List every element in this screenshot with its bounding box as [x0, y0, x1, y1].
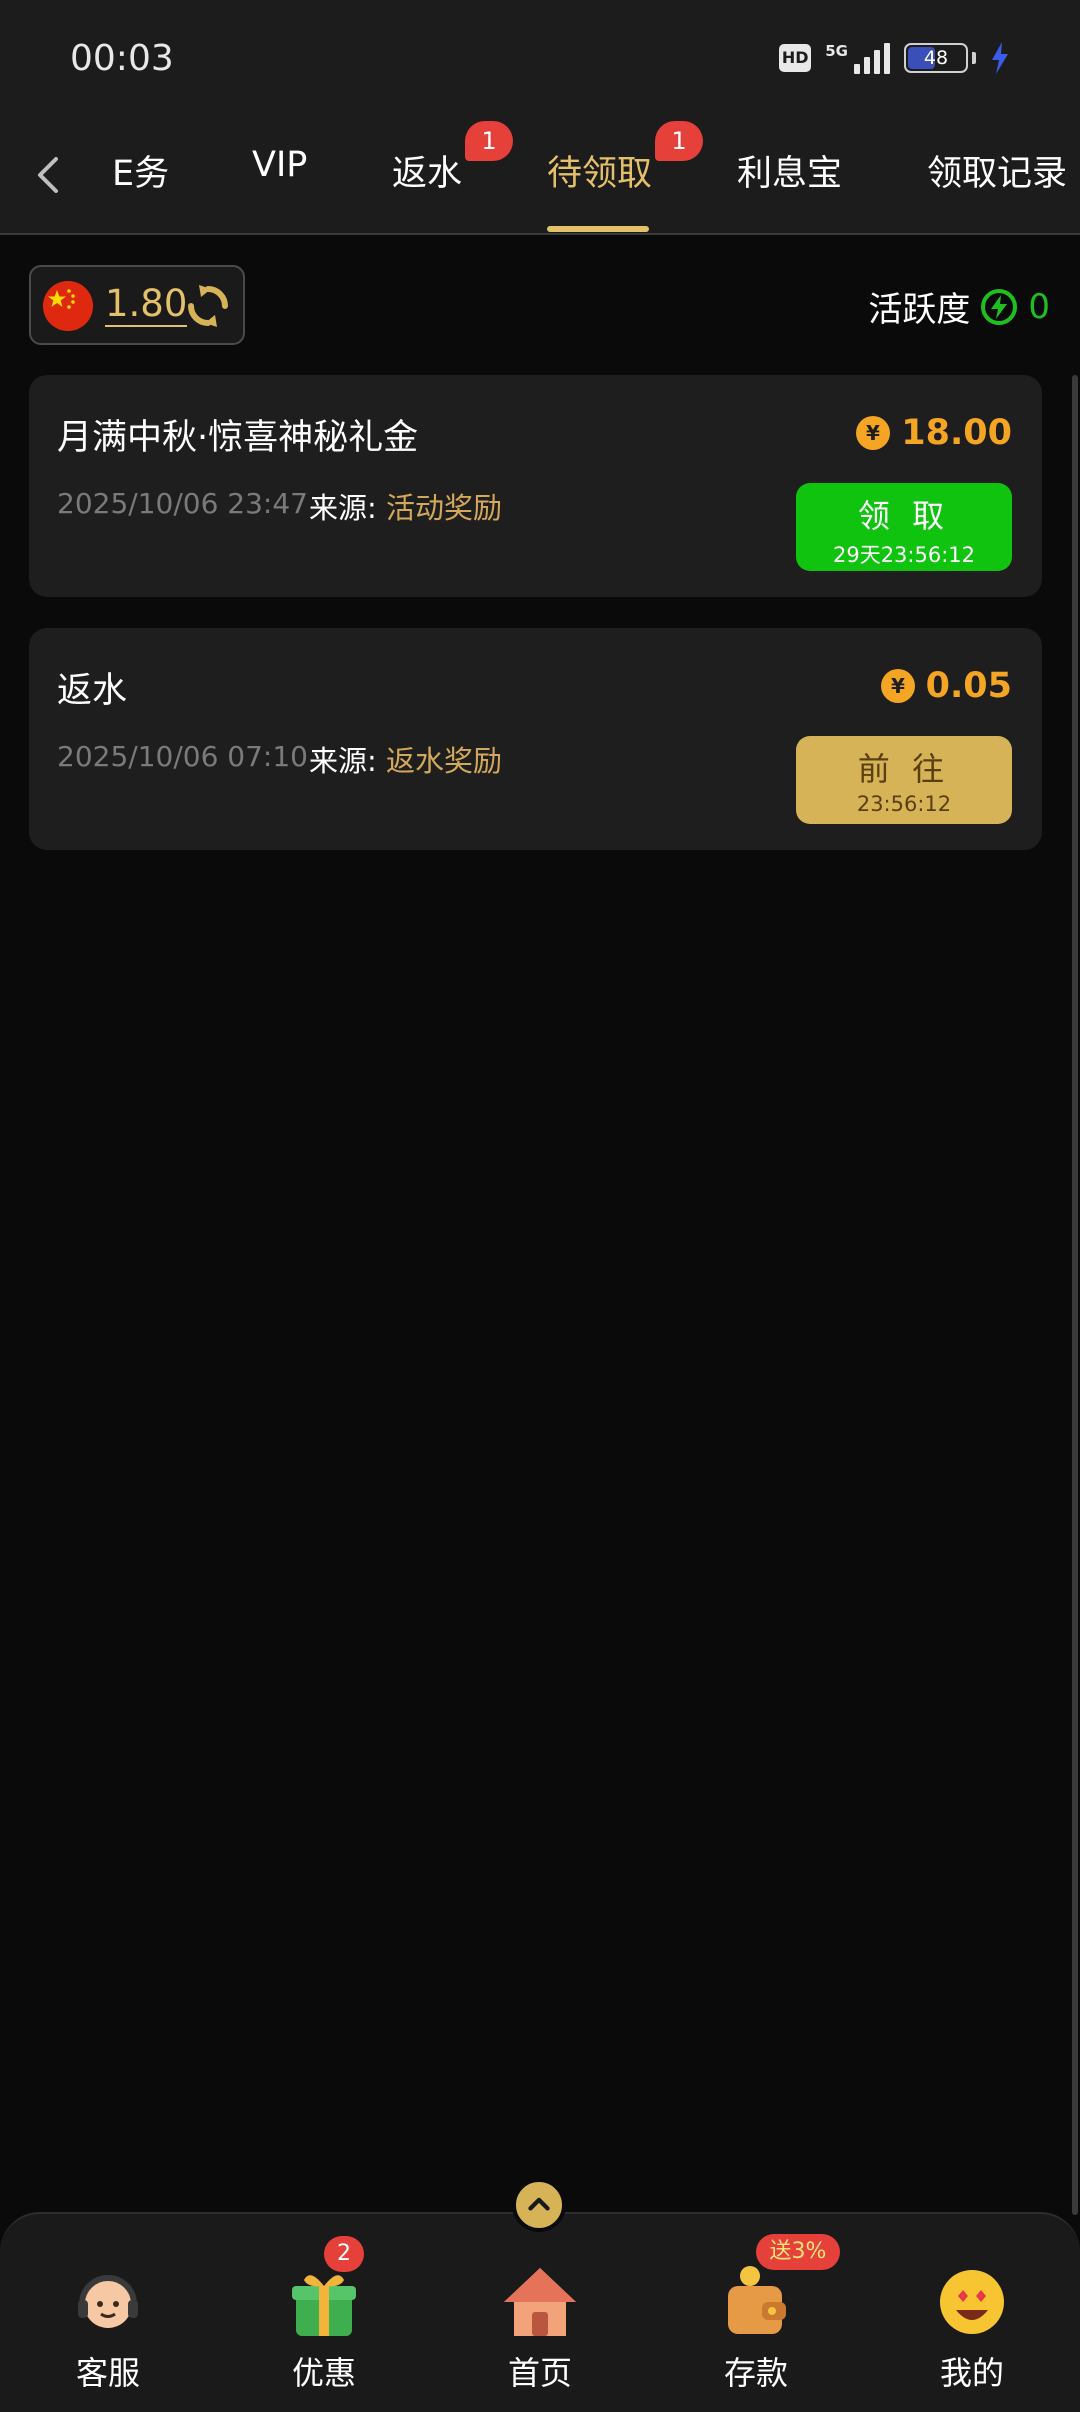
activity-label: 活跃度	[868, 290, 971, 330]
tab-tasks[interactable]: E务	[112, 145, 169, 196]
reward-date: 2025/10/06 23:47	[57, 487, 308, 520]
collapse-nav-button[interactable]	[512, 2178, 566, 2232]
activity-value: 0	[1028, 286, 1050, 327]
balance-amount: 1.80	[105, 282, 188, 327]
balance-widget[interactable]: 1.80	[29, 265, 245, 345]
nav-promotions[interactable]: 优惠 2	[254, 2236, 394, 2394]
svg-text:¥: ¥	[891, 674, 905, 698]
rebate-badge: 1	[465, 121, 513, 161]
gift-icon	[292, 2275, 356, 2336]
reward-amount-value: 18.00	[901, 413, 1012, 453]
back-arrow-icon[interactable]	[28, 153, 68, 197]
hd-icon: HD	[779, 44, 812, 72]
wallet-icon	[728, 2266, 786, 2334]
charging-bolt-icon	[992, 42, 1008, 74]
tab-claim-history[interactable]: 领取记录	[927, 145, 1067, 196]
scrollbar[interactable]	[1072, 375, 1078, 2215]
source-label: 来源:	[309, 744, 377, 778]
lightning-icon	[981, 288, 1018, 325]
go-button[interactable]: 前 往 23:56:12	[796, 736, 1012, 824]
tab-pending-claim[interactable]: 待领取	[547, 145, 652, 196]
tab-vip[interactable]: VIP	[252, 145, 307, 185]
nav-customer-service[interactable]: 客服	[38, 2260, 178, 2394]
home-icon	[504, 2268, 576, 2336]
reward-amount: ¥ 18.00	[855, 413, 1012, 453]
reward-card: 月满中秋·惊喜神秘礼金 ¥ 18.00 2025/10/06 23:47 来源:…	[29, 375, 1042, 597]
pending-claim-badge: 1	[655, 121, 703, 161]
claim-button-label: 领 取	[857, 497, 951, 535]
promotions-badge: 2	[324, 2236, 364, 2272]
nav-profile[interactable]: 我的	[902, 2260, 1042, 2394]
status-bar: 00:03 HD 5G 48	[0, 0, 1080, 115]
nav-label: 首页	[507, 2354, 572, 2392]
deposit-bonus-badge: 送3%	[756, 2234, 840, 2270]
nav-label: 优惠	[291, 2354, 356, 2392]
battery-icon: 48	[904, 43, 968, 73]
cellular-signal-icon: 5G	[825, 42, 890, 74]
reward-card: 返水 ¥ 0.05 2025/10/06 07:10 来源: 返水奖励 前 往 …	[29, 628, 1042, 850]
battery-tip	[972, 52, 976, 64]
source-label: 来源:	[309, 491, 377, 525]
status-time: 00:03	[70, 38, 174, 79]
reward-title: 月满中秋·惊喜神秘礼金	[57, 418, 419, 458]
status-icons: HD 5G 48	[779, 42, 1010, 74]
claim-button[interactable]: 领 取 29天23:56:12	[796, 483, 1012, 571]
reward-amount-value: 0.05	[925, 666, 1012, 706]
headset-icon	[78, 2275, 138, 2328]
claim-countdown: 29天23:56:12	[832, 543, 976, 567]
nav-label: 我的	[939, 2354, 1004, 2392]
tab-bar: E务 VIP 返水 1 待领取 1 利息宝 领取记录	[0, 115, 1080, 235]
active-tab-indicator	[547, 226, 649, 232]
source-value: 返水奖励	[386, 744, 503, 778]
china-flag-icon	[43, 281, 93, 331]
tab-interest[interactable]: 利息宝	[737, 145, 842, 196]
yuan-coin-icon: ¥	[856, 416, 891, 450]
battery-level: 48	[923, 47, 949, 69]
tab-rebate[interactable]: 返水	[392, 145, 462, 196]
nav-home[interactable]: 首页	[470, 2260, 610, 2394]
go-button-label: 前 往	[857, 750, 951, 788]
reward-source: 来源: 返水奖励	[309, 738, 502, 780]
nav-deposit[interactable]: 存款 送3%	[686, 2234, 840, 2394]
nav-label: 存款	[723, 2354, 788, 2392]
yuan-coin-icon: ¥	[880, 669, 915, 703]
network-type-label: 5G	[825, 42, 848, 60]
reward-date: 2025/10/06 07:10	[57, 740, 308, 773]
reward-title: 返水	[57, 671, 128, 711]
svg-text:¥: ¥	[866, 421, 880, 445]
activity-indicator: 活跃度 0	[868, 282, 1050, 331]
go-countdown: 23:56:12	[856, 792, 952, 816]
source-value: 活动奖励	[386, 491, 503, 525]
reward-source: 来源: 活动奖励	[309, 485, 502, 527]
profile-emoji-icon	[940, 2270, 1004, 2334]
nav-label: 客服	[75, 2354, 140, 2392]
reward-amount: ¥ 0.05	[880, 666, 1012, 706]
refresh-icon[interactable]	[185, 283, 231, 329]
